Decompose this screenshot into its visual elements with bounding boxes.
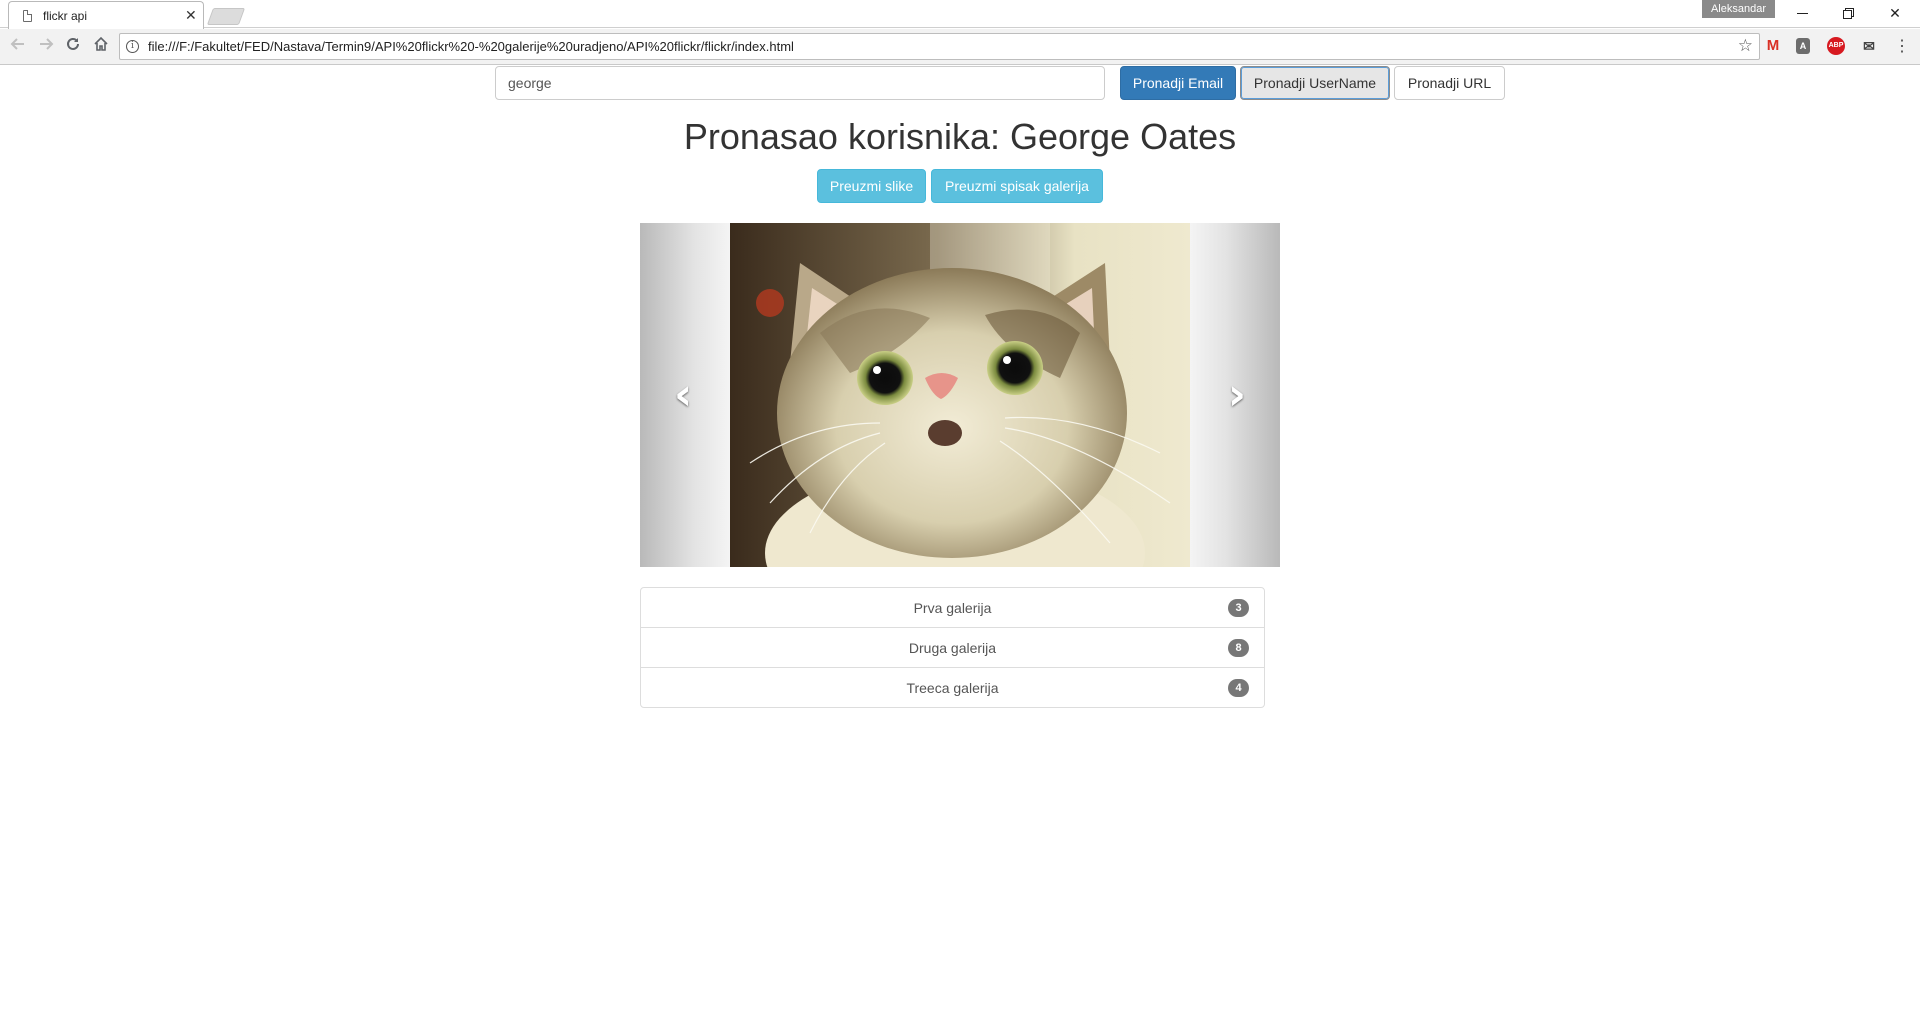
reload-icon[interactable] [61,35,85,59]
gallery-item[interactable]: Prva galerija 3 [640,587,1265,628]
info-icon[interactable]: i [126,40,139,53]
shield-extension-icon[interactable]: A [1796,38,1810,54]
mail-icon[interactable]: ✉ [1860,37,1878,55]
browser-tab[interactable]: flickr api ✕ [8,1,204,29]
gallery-count-badge: 3 [1228,599,1249,617]
document-icon [23,10,32,22]
gallery-count-badge: 4 [1228,679,1249,697]
gallery-count-badge: 8 [1228,639,1249,657]
gallery-item[interactable]: Druga galerija 8 [640,627,1265,668]
gallery-list: Prva galerija 3 Druga galerija 8 Treeca … [640,587,1265,708]
image-carousel: ‹ › [640,223,1280,567]
carousel-image [730,223,1190,567]
gmail-icon[interactable]: M [1764,37,1782,55]
address-bar[interactable]: i file:///F:/Fakultet/FED/Nastava/Termin… [119,33,1760,60]
gallery-name: Prva galerija [913,600,992,616]
browser-titlebar: flickr api ✕ Aleksandar ✕ [0,0,1920,29]
find-url-button[interactable]: Pronadji URL [1394,66,1505,100]
tab-close-icon[interactable]: ✕ [185,7,197,23]
close-window-button[interactable]: ✕ [1872,0,1918,26]
download-galleries-button[interactable]: Preuzmi spisak galerija [931,169,1103,203]
cat-photo [730,223,1190,567]
gallery-item[interactable]: Treeca galerija 4 [640,667,1265,708]
minimize-button[interactable] [1780,0,1826,26]
search-input[interactable] [495,66,1105,100]
find-username-button[interactable]: Pronadji UserName [1240,66,1390,100]
adblock-icon[interactable]: ABP [1827,37,1845,55]
minimize-icon [1797,13,1808,14]
browser-toolbar: i file:///F:/Fakultet/FED/Nastava/Termin… [0,29,1920,65]
chevron-right-icon[interactable]: › [1228,373,1246,417]
back-arrow-icon[interactable] [6,35,30,59]
menu-dots-icon[interactable]: ⋮ [1892,35,1912,59]
profile-badge[interactable]: Aleksandar [1702,0,1775,18]
url-text[interactable]: file:///F:/Fakultet/FED/Nastava/Termin9/… [148,39,794,54]
new-tab-button[interactable] [206,8,246,25]
restore-icon-back [1843,10,1852,19]
chevron-left-icon[interactable]: ‹ [674,373,692,417]
page-title: Pronasao korisnika: George Oates [683,116,1237,157]
tab-title: flickr api [43,9,88,23]
gallery-name: Druga galerija [908,640,997,656]
star-icon[interactable]: ☆ [1738,36,1753,56]
gallery-name: Treeca galerija [906,680,999,696]
restore-button[interactable] [1826,0,1872,26]
home-icon[interactable] [89,35,113,59]
download-images-button[interactable]: Preuzmi slike [817,169,926,203]
forward-arrow-icon[interactable] [34,35,58,59]
find-email-button[interactable]: Pronadji Email [1120,66,1236,100]
